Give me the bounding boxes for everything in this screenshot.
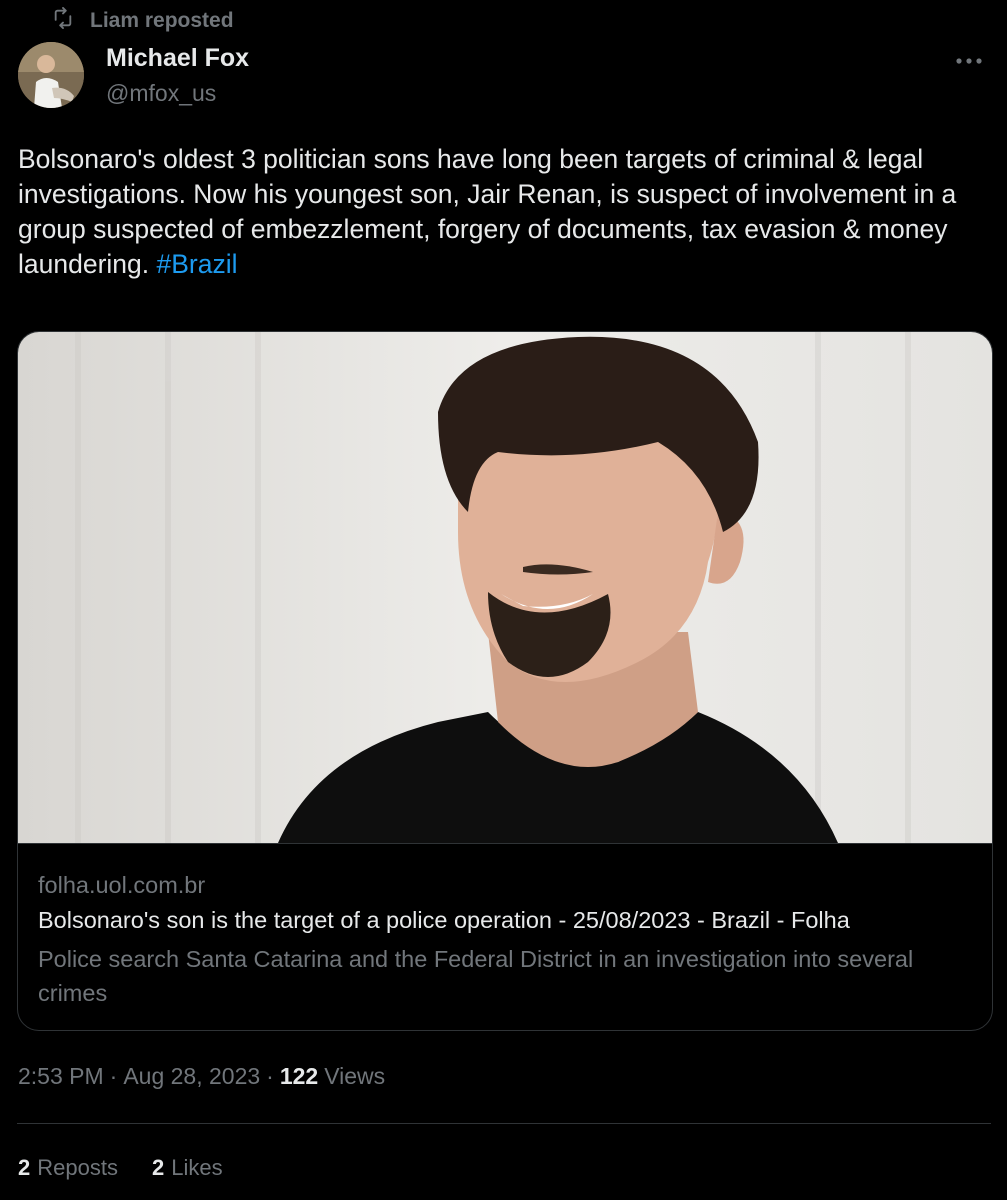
meta-separator: ·	[266, 1063, 274, 1089]
card-info: folha.uol.com.br Bolsonaro's son is the …	[18, 843, 992, 1030]
tweet-meta: 2:53 PM · Aug 28, 2023 · 122 Views	[18, 1063, 385, 1090]
repost-indicator[interactable]: Liam reposted	[52, 6, 234, 36]
card-title: Bolsonaro's son is the target of a polic…	[38, 907, 850, 933]
repost-label: Liam reposted	[90, 9, 234, 32]
link-card[interactable]: folha.uol.com.br Bolsonaro's son is the …	[17, 331, 993, 1031]
likes-count: 2	[151, 1155, 165, 1180]
reposts-label: Reposts	[37, 1155, 118, 1180]
card-image	[18, 332, 992, 843]
tweet-date[interactable]: Aug 28, 2023	[123, 1063, 260, 1090]
engagement-stats: 2 Reposts 2 Likes	[18, 1155, 223, 1181]
card-description: Police search Santa Catarina and the Fed…	[38, 946, 914, 1006]
divider	[17, 1123, 991, 1124]
repost-icon	[52, 7, 74, 35]
author-name[interactable]: Michael Fox	[106, 44, 249, 73]
more-icon	[956, 58, 982, 64]
tweet-text: Bolsonaro's oldest 3 politician sons hav…	[18, 142, 993, 282]
views-count: 122	[279, 1063, 319, 1089]
tweet-time[interactable]: 2:53 PM	[18, 1063, 104, 1090]
author-handle[interactable]: @mfox_us	[106, 80, 216, 107]
views-label: Views	[324, 1063, 386, 1089]
avatar[interactable]	[18, 42, 84, 108]
more-options-button[interactable]	[949, 46, 989, 76]
card-domain: folha.uol.com.br	[38, 872, 206, 898]
likes-label: Likes	[171, 1155, 223, 1180]
reposts-count: 2	[18, 1155, 31, 1180]
reposts-stat[interactable]: 2 Reposts	[18, 1155, 118, 1181]
meta-separator: ·	[109, 1063, 118, 1089]
likes-stat[interactable]: 2 Likes	[152, 1155, 223, 1181]
hashtag-link[interactable]: #Brazil	[157, 249, 238, 279]
